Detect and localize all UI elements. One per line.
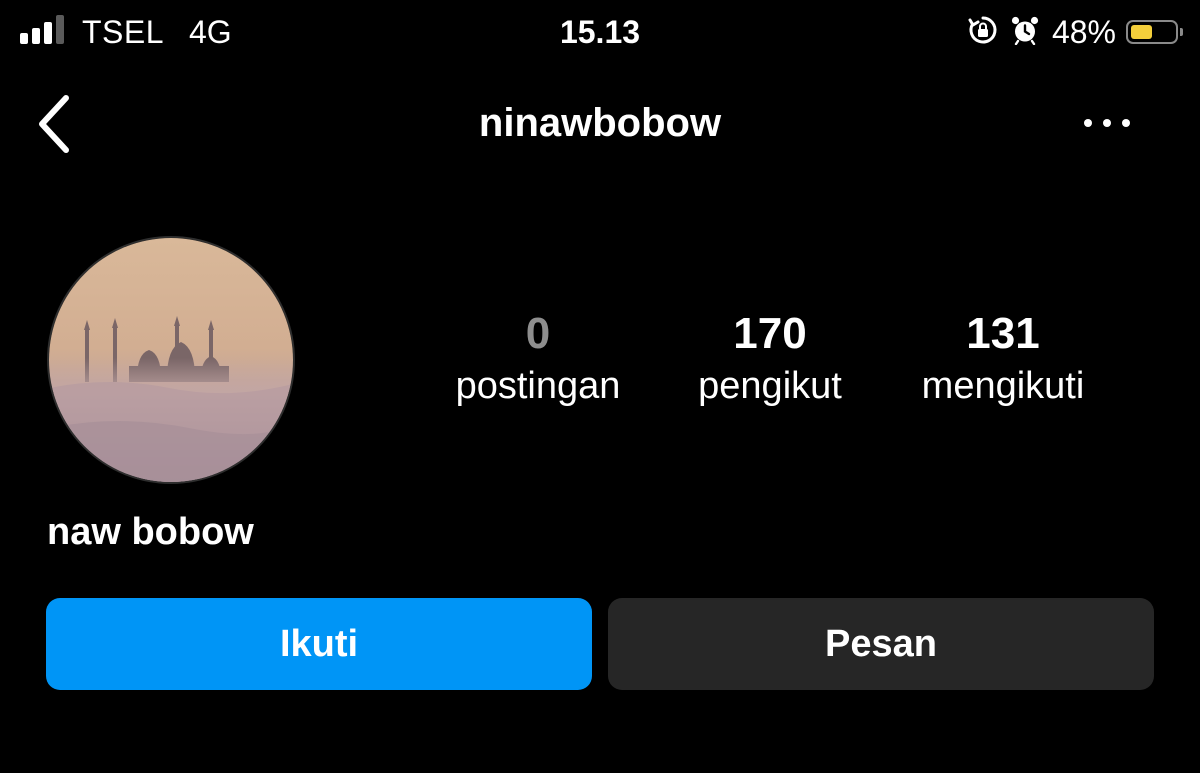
stat-followers[interactable]: 170 pengikut	[670, 308, 870, 410]
following-label: mengikuti	[921, 365, 1085, 407]
more-options-button[interactable]	[1076, 108, 1138, 138]
status-right-group: 48%	[968, 12, 1183, 52]
posts-count: 0	[525, 309, 551, 358]
followers-count: 170	[733, 309, 807, 358]
profile-username: ninawbobow	[478, 101, 722, 145]
status-bar: TSEL 4G 15.13 48%	[0, 0, 1200, 62]
following-count: 131	[966, 309, 1040, 358]
stat-posts: 0 postingan	[438, 308, 638, 410]
battery-percentage: 48%	[1051, 14, 1116, 50]
rotation-lock-icon	[968, 15, 998, 50]
followers-label: pengikut	[698, 365, 842, 407]
stat-following[interactable]: 131 mengikuti	[893, 308, 1113, 410]
avatar-image	[49, 238, 293, 482]
alarm-icon	[1010, 15, 1040, 50]
profile-display-name: naw bobow	[47, 511, 254, 553]
more-horizontal-icon	[1084, 119, 1130, 127]
profile-avatar[interactable]	[47, 236, 295, 484]
battery-level-fill	[1131, 25, 1152, 39]
posts-label: postingan	[455, 365, 621, 407]
battery-icon	[1126, 20, 1183, 44]
message-button[interactable]: Pesan	[608, 598, 1154, 690]
follow-button[interactable]: Ikuti	[46, 598, 592, 690]
